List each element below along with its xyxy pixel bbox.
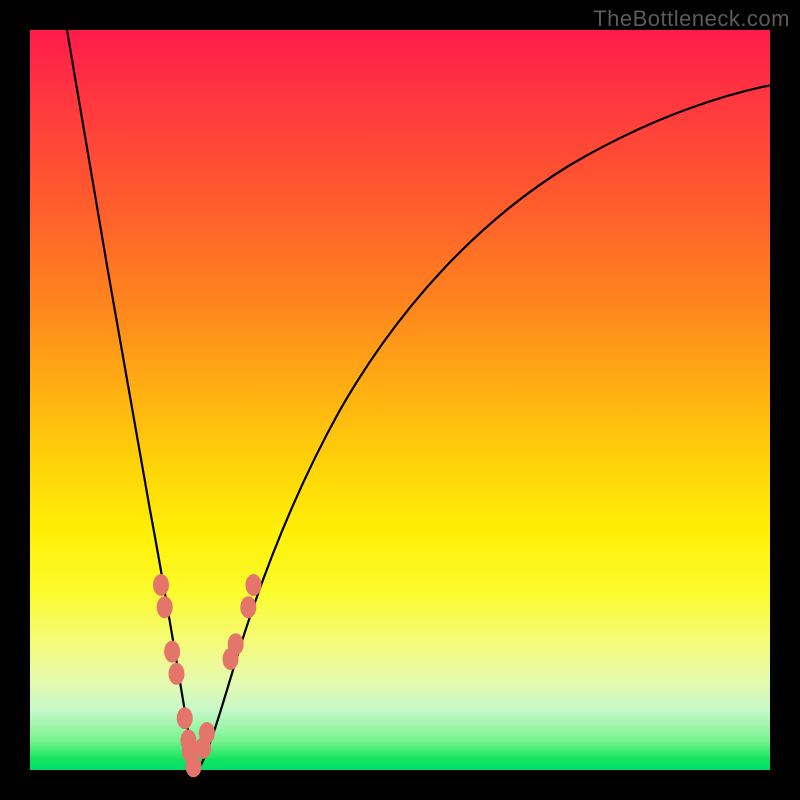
data-marker (240, 596, 256, 618)
data-marker (157, 596, 173, 618)
data-marker (169, 663, 185, 685)
watermark-text: TheBottleneck.com (593, 6, 790, 32)
left-curve (67, 30, 198, 770)
data-marker (186, 755, 202, 777)
marker-group (153, 574, 262, 777)
data-marker (153, 574, 169, 596)
data-marker (199, 722, 215, 744)
data-marker (228, 633, 244, 655)
right-curve (198, 80, 800, 770)
chart-svg (30, 30, 770, 770)
plot-area (30, 30, 770, 770)
data-marker (246, 574, 262, 596)
chart-frame: TheBottleneck.com (0, 0, 800, 800)
data-marker (164, 641, 180, 663)
data-marker (177, 707, 193, 729)
